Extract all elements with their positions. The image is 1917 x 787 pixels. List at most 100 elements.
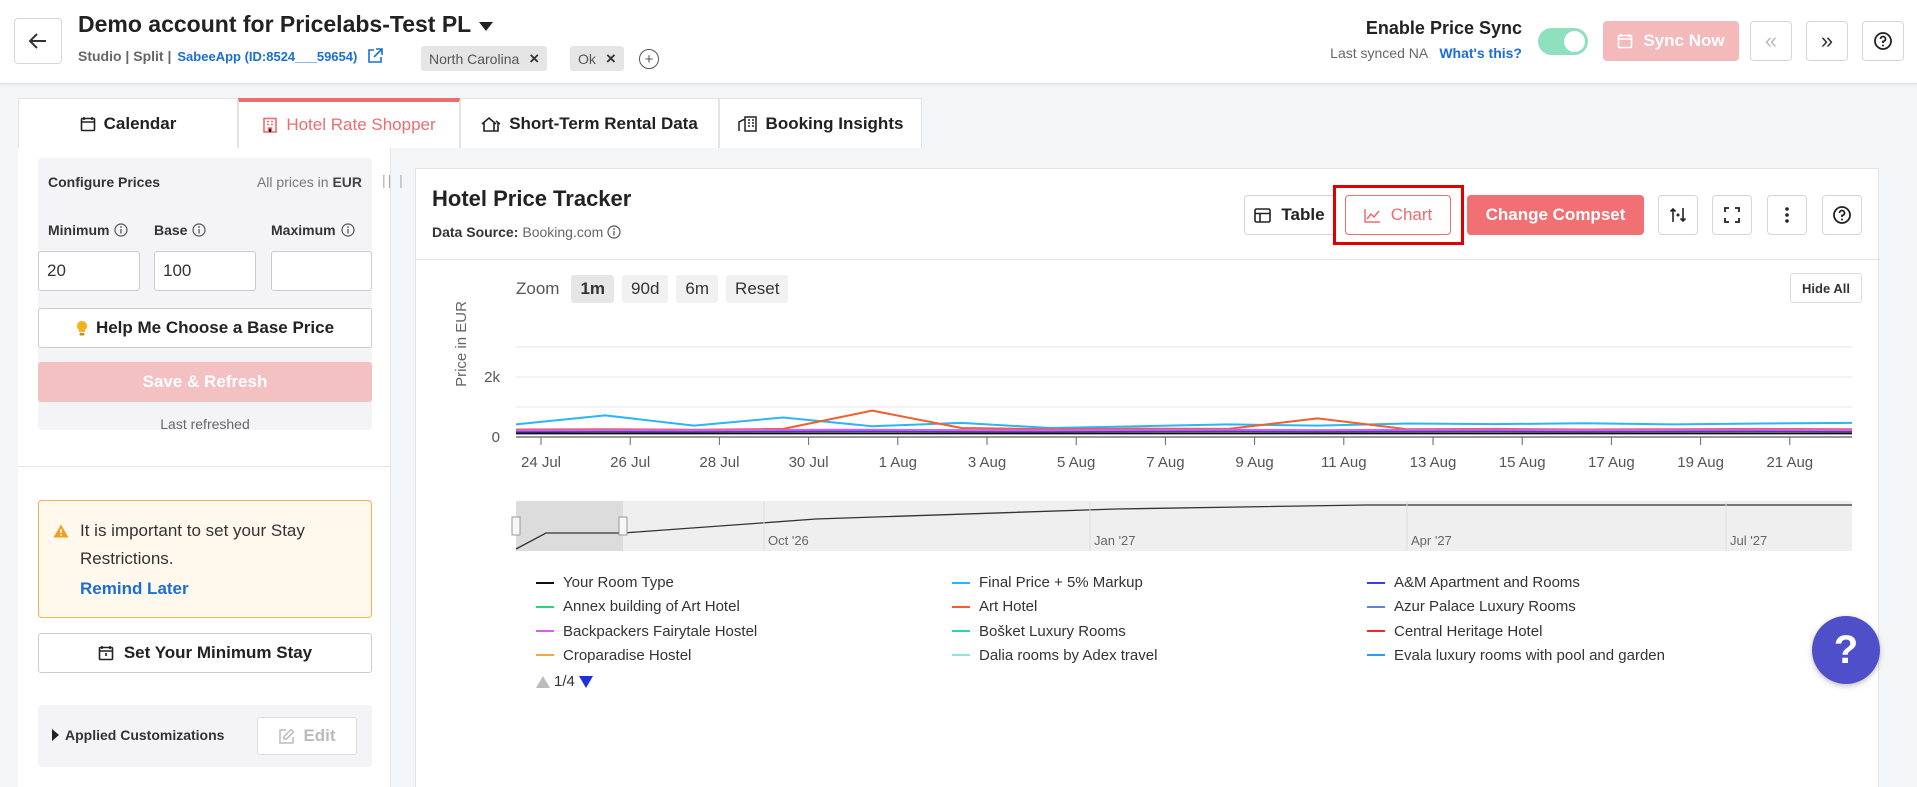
y-tick-label: 2k bbox=[484, 369, 500, 386]
base-label: Base bbox=[154, 222, 207, 238]
legend-swatch bbox=[952, 630, 970, 633]
legend-item[interactable]: Central Heritage Hotel bbox=[1367, 623, 1542, 640]
legend-label: Your Room Type bbox=[563, 574, 674, 591]
tab-label: Calendar bbox=[103, 113, 177, 133]
y-axis-label: Price in EUR bbox=[453, 301, 470, 387]
app-id-link[interactable]: SabeeApp (ID:8524___59654) bbox=[177, 49, 357, 64]
chart-series bbox=[515, 409, 1853, 435]
legend-item[interactable]: A&M Apartment and Rooms bbox=[1367, 574, 1580, 591]
navigator-selected-range bbox=[516, 501, 623, 551]
remove-tag-icon[interactable]: × bbox=[529, 49, 539, 69]
legend-prev-icon[interactable] bbox=[536, 675, 550, 688]
help-button[interactable] bbox=[1862, 21, 1904, 61]
calendar-icon bbox=[80, 116, 95, 131]
legend-swatch bbox=[1367, 605, 1385, 608]
chart-navigator[interactable]: Oct '26 Jan '27 Apr '27 Jul '27 bbox=[511, 501, 1852, 551]
last-synced-text: Last synced NA bbox=[1330, 45, 1428, 61]
remove-tag-icon[interactable]: × bbox=[606, 49, 616, 69]
house-icon bbox=[481, 116, 501, 132]
stay-restrictions-warning: It is important to set your Stay Restric… bbox=[38, 500, 372, 618]
tag-chip: Ok × bbox=[570, 46, 624, 71]
base-price-input[interactable]: 100 bbox=[154, 251, 256, 291]
legend-label: Azur Palace Luxury Rooms bbox=[1394, 598, 1576, 616]
navigator-tick-label: Jul '27 bbox=[1730, 533, 1767, 548]
navigator-tick-label: Jan '27 bbox=[1094, 533, 1136, 548]
tab-short-term-rental-data[interactable]: Short-Term Rental Data bbox=[460, 98, 719, 148]
info-icon[interactable] bbox=[114, 223, 129, 237]
price-sync-toggle[interactable] bbox=[1538, 28, 1588, 55]
legend-swatch bbox=[1367, 654, 1385, 657]
y-tick-label: 0 bbox=[492, 429, 500, 446]
panel-resize-handle[interactable]: || | bbox=[382, 172, 405, 188]
remind-later-link[interactable]: Remind Later bbox=[80, 579, 189, 599]
collapse-left-button[interactable]: « bbox=[1750, 21, 1792, 61]
x-tick-label: 7 Aug bbox=[1146, 454, 1184, 471]
edit-customizations-button[interactable]: Edit bbox=[257, 717, 357, 755]
sync-now-button[interactable]: Sync Now bbox=[1603, 21, 1739, 61]
tag-label: North Carolina bbox=[429, 50, 520, 67]
legend-next-icon[interactable] bbox=[578, 675, 593, 688]
account-selector[interactable]: Demo account for Pricelabs-Test PL bbox=[78, 11, 494, 38]
caret-down-icon bbox=[479, 21, 494, 31]
help-choose-base-price-button[interactable]: Help Me Choose a Base Price bbox=[38, 308, 372, 348]
y-axis-ticks: 0 2k bbox=[484, 369, 500, 446]
calendar-sync-icon bbox=[1618, 34, 1633, 49]
tab-booking-insights[interactable]: Booking Insights bbox=[719, 98, 922, 148]
double-chevron-right-icon: » bbox=[1820, 28, 1834, 53]
back-button[interactable] bbox=[14, 18, 62, 64]
edit-label: Edit bbox=[303, 726, 336, 745]
collapse-right-button[interactable]: » bbox=[1806, 21, 1848, 61]
applied-customizations-toggle[interactable]: Applied Customizations bbox=[52, 727, 224, 743]
tab-calendar[interactable]: Calendar bbox=[18, 98, 238, 148]
external-link-icon[interactable] bbox=[367, 48, 384, 64]
legend-swatch bbox=[1367, 630, 1385, 633]
whats-this-link[interactable]: What's this? bbox=[1439, 45, 1522, 61]
minimum-label: Minimum bbox=[48, 222, 129, 238]
hotel-price-tracker: Hotel Price Tracker Data Source: Booking… bbox=[415, 168, 1880, 787]
save-refresh-button[interactable]: Save & Refresh bbox=[38, 362, 372, 402]
set-minimum-stay-button[interactable]: Set Your Minimum Stay bbox=[38, 633, 372, 673]
legend-item[interactable]: Croparadise Hostel bbox=[536, 647, 691, 664]
navigator-handle bbox=[618, 516, 628, 536]
legend-item[interactable]: Bošket Luxury Rooms bbox=[952, 623, 1126, 640]
tab-hotel-rate-shopper[interactable]: Hotel Rate Shopper bbox=[238, 98, 460, 148]
legend-item[interactable]: Annex building of Art Hotel bbox=[536, 598, 740, 615]
warning-icon bbox=[53, 524, 69, 538]
legend-item[interactable]: Your Room Type bbox=[536, 574, 674, 591]
maximum-label: Maximum bbox=[271, 222, 355, 238]
legend-item[interactable]: Final Price + 5% Markup bbox=[952, 574, 1143, 591]
double-chevron-left-icon: « bbox=[1764, 28, 1778, 53]
info-icon[interactable] bbox=[340, 223, 355, 237]
top-bar: Demo account for Pricelabs-Test PL Studi… bbox=[0, 0, 1917, 84]
add-tag-icon[interactable]: + bbox=[639, 49, 659, 69]
warning-text: It is important to set your Stay Restric… bbox=[80, 521, 305, 568]
navigator-tick-label: Oct '26 bbox=[768, 533, 809, 548]
x-tick-label: 30 Jul bbox=[789, 454, 829, 471]
x-tick-label: 9 Aug bbox=[1235, 454, 1273, 471]
x-tick-label: 24 Jul bbox=[521, 454, 561, 471]
x-tick-label: 13 Aug bbox=[1410, 454, 1457, 471]
legend-item[interactable]: Backpackers Fairytale Hostel bbox=[536, 623, 757, 640]
minimum-price-input[interactable]: 20 bbox=[38, 251, 140, 291]
legend-item[interactable]: Evala luxury rooms with pool and garden bbox=[1367, 647, 1665, 664]
maximum-price-input[interactable] bbox=[271, 251, 372, 291]
legend-item[interactable]: Azur Palace Luxury Rooms bbox=[1367, 598, 1576, 615]
info-icon[interactable] bbox=[192, 223, 207, 237]
legend-swatch bbox=[952, 654, 970, 657]
sync-now-label: Sync Now bbox=[1643, 31, 1725, 50]
legend-label: Croparadise Hostel bbox=[563, 646, 692, 664]
tab-label: Hotel Rate Shopper bbox=[286, 115, 436, 134]
configure-prices-heading: Configure Prices bbox=[48, 174, 161, 190]
support-chat-button[interactable]: ? bbox=[1812, 616, 1880, 684]
maximum-label-text: Maximum bbox=[271, 222, 336, 238]
x-axis-ticks: 24 Jul 26 Jul 28 Jul 30 Jul 1 Aug 3 Aug 5 Aug 7… bbox=[521, 437, 1813, 471]
x-tick-label: 21 Aug bbox=[1766, 454, 1813, 471]
account-type: Studio | Split | bbox=[78, 48, 172, 64]
legend-item[interactable]: Dalia rooms by Adex travel bbox=[952, 647, 1157, 664]
tab-label: Short-Term Rental Data bbox=[509, 113, 698, 133]
legend-swatch bbox=[536, 581, 554, 584]
legend-item[interactable]: Art Hotel bbox=[952, 598, 1037, 615]
legend-label: Bošket Luxury Rooms bbox=[979, 622, 1126, 640]
legend-swatch bbox=[536, 630, 554, 633]
price-sync-label: Enable Price Sync bbox=[1365, 18, 1522, 38]
